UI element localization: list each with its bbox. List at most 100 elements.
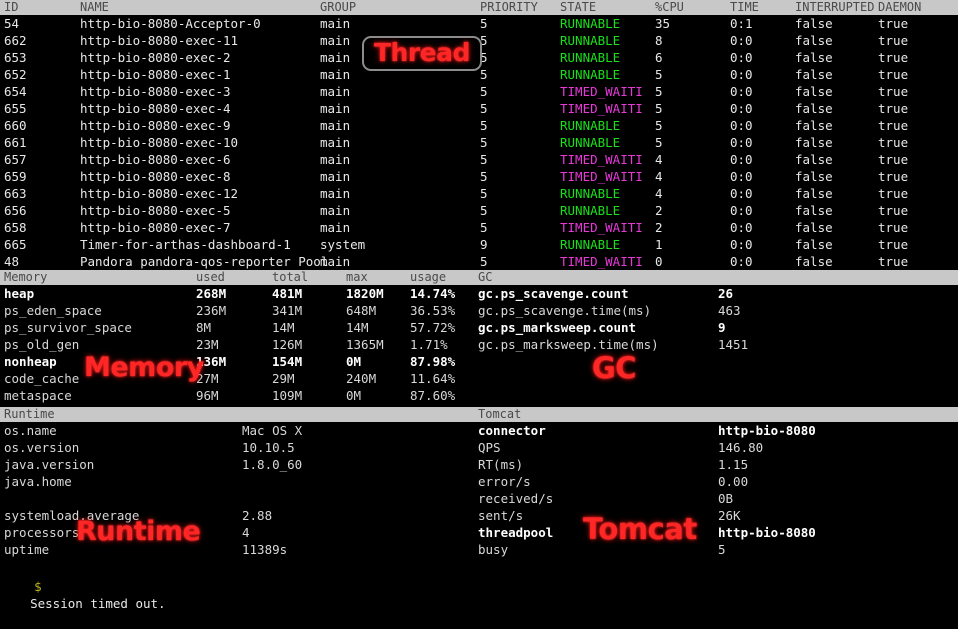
tomcat-metric-value: 0.00 <box>718 474 749 489</box>
thread-daemon: true <box>878 135 909 150</box>
tomcat-metric-value: 1.15 <box>718 457 749 472</box>
thread-daemon: true <box>878 152 909 167</box>
thread-state: RUNNABLE <box>560 67 621 82</box>
thread-state: RUNNABLE <box>560 16 621 31</box>
thread-priority: 5 <box>480 186 488 201</box>
thread-row[interactable]: 653 http-bio-8080-exec-2 main 5 RUNNABLE 6 0:0… <box>0 49 958 66</box>
runtime-property-name: processors <box>4 525 80 540</box>
thread-group: main <box>320 33 351 48</box>
memory-used: 136M <box>196 354 227 369</box>
thread-priority: 5 <box>480 33 488 48</box>
thread-row[interactable]: 659 http-bio-8080-exec-8 main 5 TIMED_WAITI 4… <box>0 168 958 185</box>
thread-row[interactable]: 656 http-bio-8080-exec-5 main 5 RUNNABLE 2 0:0… <box>0 202 958 219</box>
memory-max: 648M <box>346 303 377 318</box>
thread-group: main <box>320 16 351 31</box>
tomcat-metric-name: connector <box>478 423 546 438</box>
memory-row: metaspace 96M 109M 0M 87.60% <box>0 387 958 404</box>
header-state: STATE <box>560 0 597 14</box>
thread-id: 662 <box>4 33 27 48</box>
memory-max: 14M <box>346 320 369 335</box>
runtime-header: Runtime Tomcat <box>0 407 958 422</box>
tomcat-metric-name: error/s <box>478 474 531 489</box>
memory-pool-name: ps_old_gen <box>4 337 80 352</box>
tomcat-metric-name: busy <box>478 542 509 557</box>
memory-total: 29M <box>272 371 295 386</box>
memory-usage: 57.72% <box>410 320 456 335</box>
memory-gc-section: Memory used total max usage GC heap 268M 4… <box>0 270 958 407</box>
gc-row: gc.ps_marksweep.count 9 <box>478 319 958 336</box>
thread-row[interactable]: 655 http-bio-8080-exec-4 main 5 TIMED_WAITI 5… <box>0 100 958 117</box>
memory-usage: 87.98% <box>410 354 456 369</box>
thread-row[interactable]: 660 http-bio-8080-exec-9 main 5 RUNNABLE 5 0:0… <box>0 117 958 134</box>
runtime-property-name: os.name <box>4 423 57 438</box>
thread-name: http-bio-8080-exec-3 <box>80 84 231 99</box>
thread-name: http-bio-8080-exec-12 <box>80 186 239 201</box>
thread-row[interactable]: 662 http-bio-8080-exec-11 main 5 RUNNABLE 8 0:… <box>0 32 958 49</box>
thread-row[interactable]: 54 http-bio-8080-Acceptor-0 main 5 RUNNABLE 3… <box>0 15 958 32</box>
thread-name: http-bio-8080-exec-8 <box>80 169 231 184</box>
thread-interrupted: false <box>795 152 833 167</box>
tomcat-metric-name: threadpool <box>478 525 554 540</box>
header-total: total <box>272 270 309 284</box>
gc-metric-value: 463 <box>718 303 741 318</box>
thread-id: 661 <box>4 135 27 150</box>
thread-row[interactable]: 658 http-bio-8080-exec-7 main 5 TIMED_WAITI 2… <box>0 219 958 236</box>
thread-cpu: 5 <box>655 118 663 133</box>
memory-used: 236M <box>196 303 227 318</box>
thread-group: main <box>320 254 351 269</box>
memory-usage: 14.74% <box>410 286 456 301</box>
tomcat-row: received/s 0B <box>478 490 958 507</box>
thread-row[interactable]: 48 Pandora pandora-qos-reporter Pool main 5… <box>0 253 958 270</box>
thread-row[interactable]: 665 Timer-for-arthas-dashboard-1 system 9 RU… <box>0 236 958 253</box>
memory-usage: 11.64% <box>410 371 456 386</box>
thread-state: RUNNABLE <box>560 186 621 201</box>
gc-metric-name: gc.ps_scavenge.count <box>478 286 629 301</box>
thread-cpu: 4 <box>655 169 663 184</box>
runtime-property-name: os.version <box>4 440 80 455</box>
memory-total: 126M <box>272 337 303 352</box>
thread-row[interactable]: 654 http-bio-8080-exec-3 main 5 TIMED_WAITI 5… <box>0 83 958 100</box>
header-daemon: DAEMON <box>878 0 922 14</box>
tomcat-metric-name: RT(ms) <box>478 457 524 472</box>
terminal-prompt-line[interactable]: $ Session timed out. <box>0 561 958 611</box>
prompt-sigil: $ <box>34 579 42 594</box>
tomcat-metric-value: 26K <box>718 508 741 523</box>
tomcat-row: error/s 0.00 <box>478 473 958 490</box>
thread-interrupted: false <box>795 254 833 269</box>
thread-priority: 5 <box>480 254 488 269</box>
runtime-property-name: uptime <box>4 542 50 557</box>
memory-used: 96M <box>196 388 219 403</box>
thread-time: 0:0 <box>730 84 753 99</box>
thread-interrupted: false <box>795 135 833 150</box>
thread-cpu: 1 <box>655 237 663 252</box>
thread-id: 54 <box>4 16 20 31</box>
thread-row[interactable]: 661 http-bio-8080-exec-10 main 5 RUNNABLE 5 0:… <box>0 134 958 151</box>
memory-pool-name: nonheap <box>4 354 57 369</box>
memory-used: 27M <box>196 371 219 386</box>
thread-interrupted: false <box>795 67 833 82</box>
gc-row: gc.ps_scavenge.time(ms) 463 <box>478 302 958 319</box>
thread-cpu: 5 <box>655 84 663 99</box>
thread-priority: 5 <box>480 169 488 184</box>
thread-interrupted: false <box>795 237 833 252</box>
header-used: used <box>196 270 225 284</box>
thread-id: 655 <box>4 101 27 116</box>
memory-total: 154M <box>272 354 303 369</box>
thread-row[interactable]: 657 http-bio-8080-exec-6 main 5 TIMED_WAITI 4… <box>0 151 958 168</box>
thread-time: 0:0 <box>730 186 753 201</box>
thread-priority: 5 <box>480 118 488 133</box>
thread-cpu: 6 <box>655 50 663 65</box>
thread-time: 0:0 <box>730 237 753 252</box>
tomcat-row: threadpool http-bio-8080 <box>478 524 958 541</box>
thread-row[interactable]: 663 http-bio-8080-exec-12 main 5 RUNNABLE 4 0:… <box>0 185 958 202</box>
thread-id: 652 <box>4 67 27 82</box>
memory-row: code_cache 27M 29M 240M 11.64% <box>0 370 958 387</box>
memory-used: 268M <box>196 286 227 301</box>
thread-time: 0:0 <box>730 220 753 235</box>
thread-row[interactable]: 652 http-bio-8080-exec-1 main 5 RUNNABLE 5 0:0… <box>0 66 958 83</box>
thread-time: 0:0 <box>730 101 753 116</box>
thread-interrupted: false <box>795 101 833 116</box>
thread-state: RUNNABLE <box>560 203 621 218</box>
memory-pool-name: code_cache <box>4 371 80 386</box>
runtime-tomcat-section: Runtime Tomcat os.name Mac OS X os.version… <box>0 407 958 568</box>
